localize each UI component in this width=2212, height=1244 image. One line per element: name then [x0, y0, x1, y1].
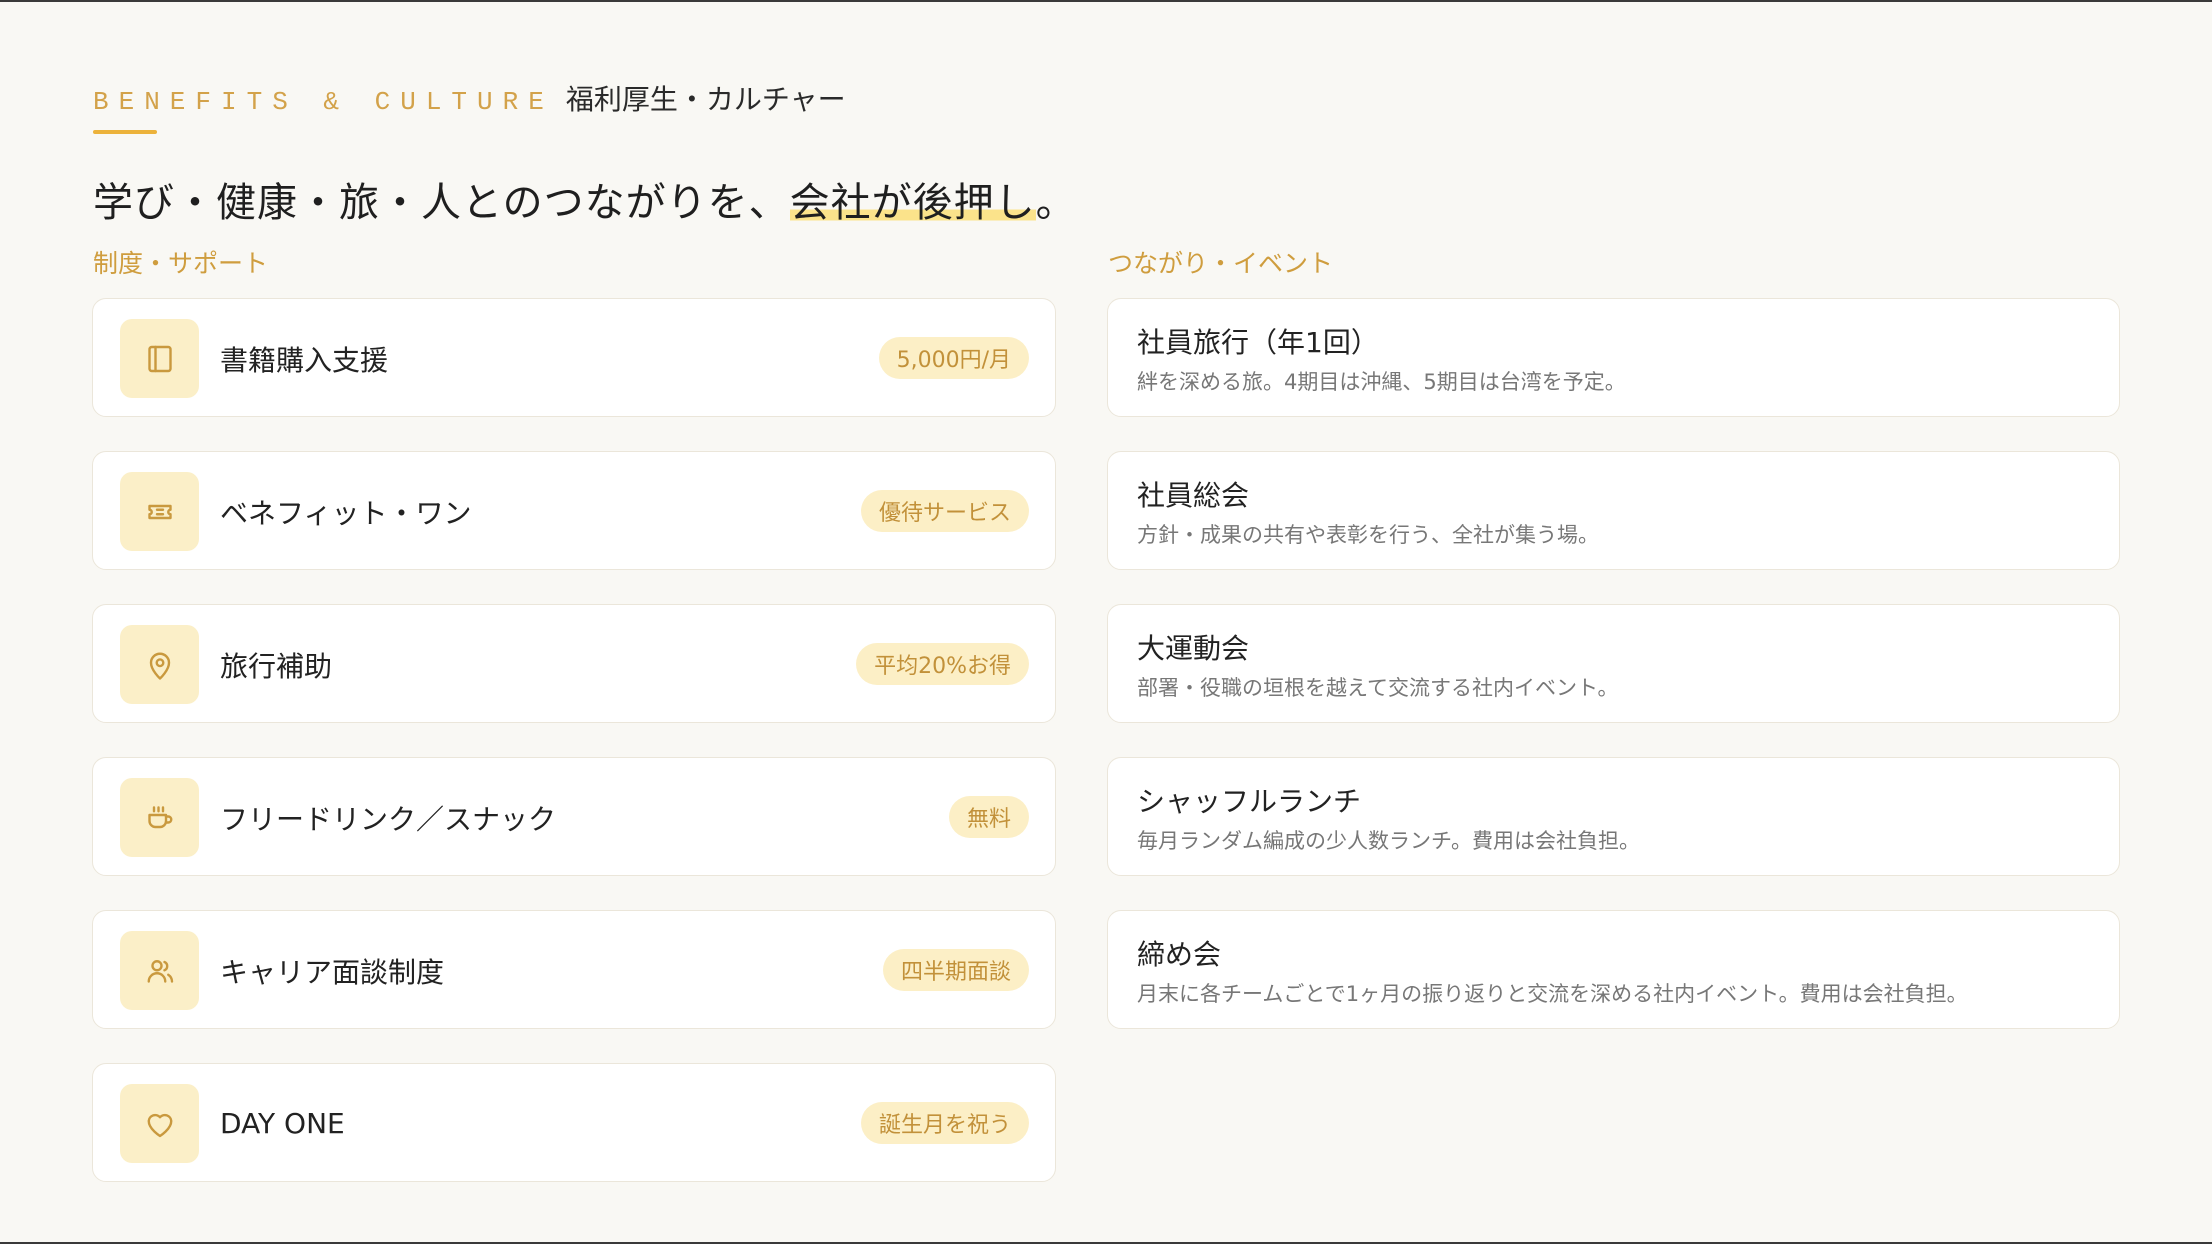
- benefit-card-benefit-one: ベネフィット・ワン 優待サービス: [92, 451, 1056, 570]
- event-description: 月末に各チームごとで1ヶ月の振り返りと交流を深める社内イベント。費用は会社負担。: [1137, 982, 1968, 1006]
- coffee-cup-icon: [120, 778, 199, 857]
- event-description: 毎月ランダム編成の少人数ランチ。費用は会社負担。: [1137, 829, 1640, 853]
- eyebrow-english: BENEFITS & CULTURE: [93, 87, 554, 117]
- event-title: 社員総会: [1137, 479, 1250, 512]
- ticket-icon: [120, 472, 199, 551]
- event-card-shuffle-lunch: シャッフルランチ 毎月ランダム編成の少人数ランチ。費用は会社負担。: [1107, 757, 2120, 876]
- headline-prefix: 学び・健康・旅・人とのつながりを、: [93, 180, 790, 226]
- benefit-badge: 5,000円/月: [878, 337, 1029, 379]
- eyebrow-underline: [93, 130, 157, 134]
- event-card-sports-day: 大運動会 部署・役職の垣根を越えて交流する社内イベント。: [1107, 604, 2120, 723]
- benefit-title: キャリア面談制度: [220, 955, 445, 989]
- event-description: 方針・成果の共有や表彰を行う、全社が集う場。: [1137, 523, 1599, 547]
- event-card-month-end-party: 締め会 月末に各チームごとで1ヶ月の振り返りと交流を深める社内イベント。費用は会…: [1107, 910, 2120, 1029]
- event-title: シャッフルランチ: [1137, 785, 1362, 818]
- event-card-company-trip: 社員旅行（年1回） 絆を深める旅。4期目は沖縄、5期目は台湾を予定。: [1107, 298, 2120, 417]
- benefit-title: DAY ONE: [220, 1107, 345, 1140]
- benefit-title: フリードリンク／スナック: [220, 802, 557, 836]
- headline-highlight: 会社が後押し: [789, 180, 1036, 226]
- event-card-general-meeting: 社員総会 方針・成果の共有や表彰を行う、全社が集う場。: [1107, 451, 2120, 570]
- eyebrow-japanese: 福利厚生・カルチャー: [565, 83, 846, 116]
- event-title: 大運動会: [1137, 632, 1250, 665]
- benefit-badge: 無料: [948, 796, 1029, 838]
- benefit-card-career: キャリア面談制度 四半期面談: [92, 910, 1056, 1029]
- benefit-card-travel: 旅行補助 平均20%お得: [92, 604, 1056, 723]
- users-icon: [120, 931, 199, 1010]
- benefit-title: ベネフィット・ワン: [220, 496, 472, 530]
- benefit-card-free-drink: フリードリンク／スナック 無料: [92, 757, 1056, 876]
- benefit-badge: 四半期面談: [882, 949, 1029, 991]
- section-eyebrow: BENEFITS & CULTURE 福利厚生・カルチャー: [93, 78, 846, 118]
- benefit-badge: 優待サービス: [860, 490, 1029, 532]
- map-pin-icon: [120, 625, 199, 704]
- benefit-card-day-one: DAY ONE 誕生月を祝う: [92, 1063, 1056, 1182]
- events-column-label: つながり・イベント: [1108, 249, 1334, 278]
- page-headline: 学び・健康・旅・人とのつながりを、会社が後押し。: [93, 170, 1077, 228]
- event-description: 絆を深める旅。4期目は沖縄、5期目は台湾を予定。: [1137, 370, 1626, 394]
- benefit-badge: 平均20%お得: [856, 643, 1029, 685]
- headline-suffix: 。: [1035, 180, 1077, 226]
- benefit-card-books: 書籍購入支援 5,000円/月: [92, 298, 1056, 417]
- benefit-title: 書籍購入支援: [220, 343, 389, 377]
- benefit-title: 旅行補助: [220, 649, 333, 683]
- event-title: 社員旅行（年1回）: [1137, 326, 1379, 359]
- event-description: 部署・役職の垣根を越えて交流する社内イベント。: [1137, 676, 1619, 700]
- benefits-column-label: 制度・サポート: [93, 249, 269, 278]
- event-title: 締め会: [1137, 938, 1222, 971]
- book-icon: [120, 319, 199, 398]
- benefit-badge: 誕生月を祝う: [860, 1102, 1029, 1144]
- heart-icon: [120, 1084, 199, 1163]
